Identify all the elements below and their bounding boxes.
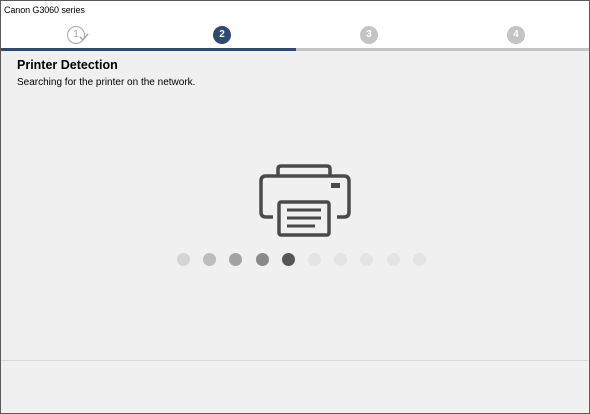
progress-dot xyxy=(203,253,217,266)
page-heading: Printer Detection xyxy=(17,58,118,72)
progress-dot xyxy=(177,253,190,266)
step-complete-icon xyxy=(79,33,89,42)
step-4-indicator: 4 xyxy=(507,26,525,44)
progress-dot xyxy=(412,253,426,266)
step-2-indicator: 2 xyxy=(213,26,231,44)
progress-dot xyxy=(281,253,295,266)
progress-dot xyxy=(255,253,269,266)
title-bar: Canon G3060 series xyxy=(1,1,589,21)
progress-dot xyxy=(308,253,321,266)
step-progress-active-line xyxy=(1,48,296,51)
step-3-label: 3 xyxy=(366,29,372,40)
status-message: Searching for the printer on the network… xyxy=(17,77,196,88)
progress-dot xyxy=(334,253,348,266)
progress-dot xyxy=(229,253,243,266)
progress-dot xyxy=(360,253,374,266)
step-4-label: 4 xyxy=(513,29,519,40)
step-2-label: 2 xyxy=(219,29,225,40)
progress-dot xyxy=(386,253,400,266)
app-window: Canon G3060 series 1 2 3 4 Printer Detec… xyxy=(0,0,590,414)
step-progress-inactive-line xyxy=(296,48,589,51)
progress-indicator xyxy=(177,253,437,267)
window-title: Canon G3060 series xyxy=(4,5,85,15)
footer-divider xyxy=(1,360,589,361)
printer-icon xyxy=(259,164,351,237)
step-3-indicator: 3 xyxy=(360,26,378,44)
